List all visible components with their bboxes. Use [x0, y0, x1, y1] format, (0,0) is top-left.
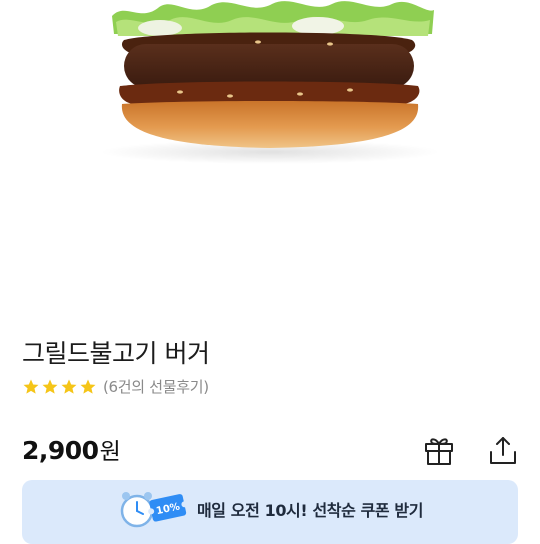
- price-unit: 원: [99, 439, 121, 465]
- review-count-link[interactable]: (6건의 선물후기): [103, 376, 209, 397]
- coupon-banner[interactable]: 10% 매일 오전 10시! 선착순 쿠폰 받기: [22, 480, 518, 544]
- star-icon: [23, 379, 39, 394]
- star-icon: [61, 379, 77, 394]
- coupon-banner-content: 10% 매일 오전 10시! 선착순 쿠폰 받기: [117, 487, 423, 531]
- coupon-banner-text: 매일 오전 10시! 선착순 쿠폰 받기: [196, 501, 424, 520]
- share-button[interactable]: [483, 430, 523, 470]
- gift-button[interactable]: [419, 430, 459, 470]
- price: 2,900 원: [22, 432, 121, 466]
- star-icon: [80, 379, 96, 394]
- gift-icon: [425, 438, 453, 465]
- price-value: 2,900: [22, 436, 99, 465]
- product-title: 그릴드불고기 버거: [22, 339, 210, 368]
- alarm-clock-coupon-icon: 10%: [120, 492, 188, 528]
- product-image: [0, 0, 540, 310]
- share-icon: [490, 437, 516, 464]
- star-icon: [42, 379, 58, 394]
- star-rating: [22, 378, 97, 396]
- rating-row[interactable]: (6건의 선물후기): [22, 376, 209, 397]
